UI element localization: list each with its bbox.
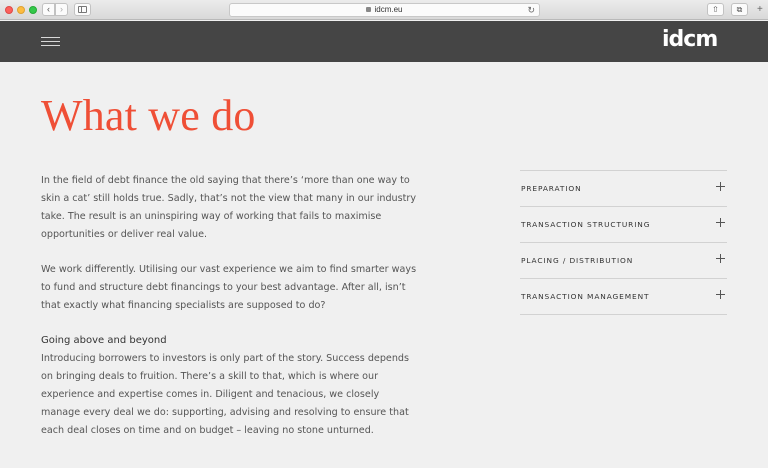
url-text: idcm.eu — [374, 5, 403, 14]
paragraph-2: We work differently. Utilising our vast … — [41, 264, 417, 311]
accordion-label: PLACING / DISTRIBUTION — [521, 256, 634, 265]
services-accordion: PREPARATION TRANSACTION STRUCTURING PLAC… — [520, 170, 727, 315]
accordion-item-transaction-management[interactable]: TRANSACTION MANAGEMENT — [520, 279, 727, 315]
minimize-window-button[interactable] — [17, 6, 25, 14]
lock-icon — [366, 7, 372, 12]
accordion-label: TRANSACTION STRUCTURING — [521, 220, 651, 229]
plus-icon[interactable] — [716, 254, 725, 263]
paragraph-1: In the field of debt finance the old say… — [41, 175, 417, 240]
browser-toolbar: ‹ › idcm.eu ↻ ⇧ ⧉ + — [0, 0, 768, 20]
site-header: idcm — [0, 21, 768, 62]
accordion-item-placing-distribution[interactable]: PLACING / DISTRIBUTION — [520, 243, 727, 279]
show-tabs-button[interactable]: ⧉ — [731, 3, 748, 16]
close-window-button[interactable] — [5, 6, 13, 14]
page-title: What we do — [41, 91, 256, 140]
plus-icon[interactable] — [716, 218, 725, 227]
zoom-window-button[interactable] — [29, 6, 37, 14]
section-subheading: Going above and beyond — [41, 335, 167, 346]
accordion-item-transaction-structuring[interactable]: TRANSACTION STRUCTURING — [520, 207, 727, 243]
share-button[interactable]: ⇧ — [707, 3, 724, 16]
sidebar-icon — [78, 6, 87, 13]
address-bar[interactable]: idcm.eu ↻ — [229, 3, 540, 17]
plus-icon[interactable] — [716, 290, 725, 299]
accordion-label: PREPARATION — [521, 184, 582, 193]
intro-text: In the field of debt finance the old say… — [41, 172, 421, 440]
forward-button[interactable]: › — [55, 3, 68, 16]
sidebar-toggle-button[interactable] — [74, 3, 91, 16]
new-tab-button[interactable]: + — [757, 5, 763, 15]
site-logo[interactable]: idcm — [662, 27, 718, 52]
reload-button[interactable]: ↻ — [527, 4, 535, 16]
back-button[interactable]: ‹ — [42, 3, 55, 16]
plus-icon[interactable] — [716, 182, 725, 191]
hamburger-icon[interactable] — [41, 37, 60, 47]
accordion-item-preparation[interactable]: PREPARATION — [520, 171, 727, 207]
accordion-label: TRANSACTION MANAGEMENT — [521, 292, 650, 301]
paragraph-3: Introducing borrowers to investors is on… — [41, 353, 409, 436]
